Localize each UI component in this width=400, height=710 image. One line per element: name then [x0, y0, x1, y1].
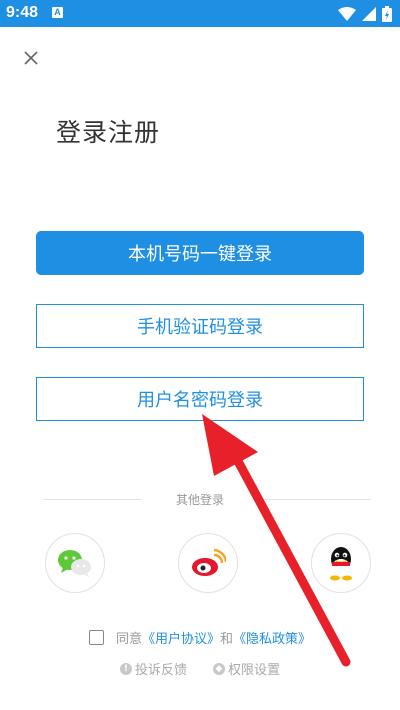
wechat-icon: [58, 550, 91, 577]
one-click-login-button[interactable]: 本机号码一键登录: [36, 231, 364, 275]
battery-icon: [382, 6, 392, 22]
privacy-policy-link[interactable]: 《隐私政策》: [233, 628, 311, 647]
permission-link[interactable]: ◆ 权限设置: [213, 659, 280, 678]
footer-links: ! 投诉反馈 ◆ 权限设置: [0, 659, 400, 678]
agree-checkbox[interactable]: [88, 630, 104, 645]
signal-icon: [362, 7, 376, 21]
other-login-label: 其他登录: [175, 493, 224, 507]
agree-and: 和: [220, 632, 234, 647]
wifi-icon: [338, 7, 356, 21]
weibo-icon: [192, 548, 226, 576]
complaint-link[interactable]: ! 投诉反馈: [119, 659, 187, 678]
close-icon: [24, 51, 38, 65]
info-icon: !: [119, 662, 132, 675]
weibo-login-button[interactable]: [178, 533, 238, 593]
agreement-row: 同意 《用户协议》 和 《隐私政策》: [0, 628, 400, 647]
complaint-label: 投诉反馈: [134, 663, 187, 678]
permission-label: 权限设置: [228, 663, 281, 678]
status-bar: 9:48 A: [0, 0, 400, 27]
annotation-arrow: [202, 414, 351, 667]
shield-icon: ◆: [213, 662, 225, 675]
page-title: 登录注册: [56, 118, 161, 147]
user-agreement-link[interactable]: 《用户协议》: [142, 628, 220, 647]
notification-icon: A: [52, 7, 63, 18]
close-button[interactable]: [20, 47, 42, 69]
wechat-login-button[interactable]: [45, 533, 105, 593]
username-login-button[interactable]: 用户名密码登录: [36, 377, 364, 421]
agree-prefix: 同意: [115, 632, 142, 647]
qq-login-button[interactable]: [311, 533, 371, 593]
status-icons: [338, 5, 392, 23]
qq-icon: [330, 547, 352, 581]
sms-login-button[interactable]: 手机验证码登录: [36, 304, 364, 348]
status-time: 9:48: [6, 4, 39, 21]
